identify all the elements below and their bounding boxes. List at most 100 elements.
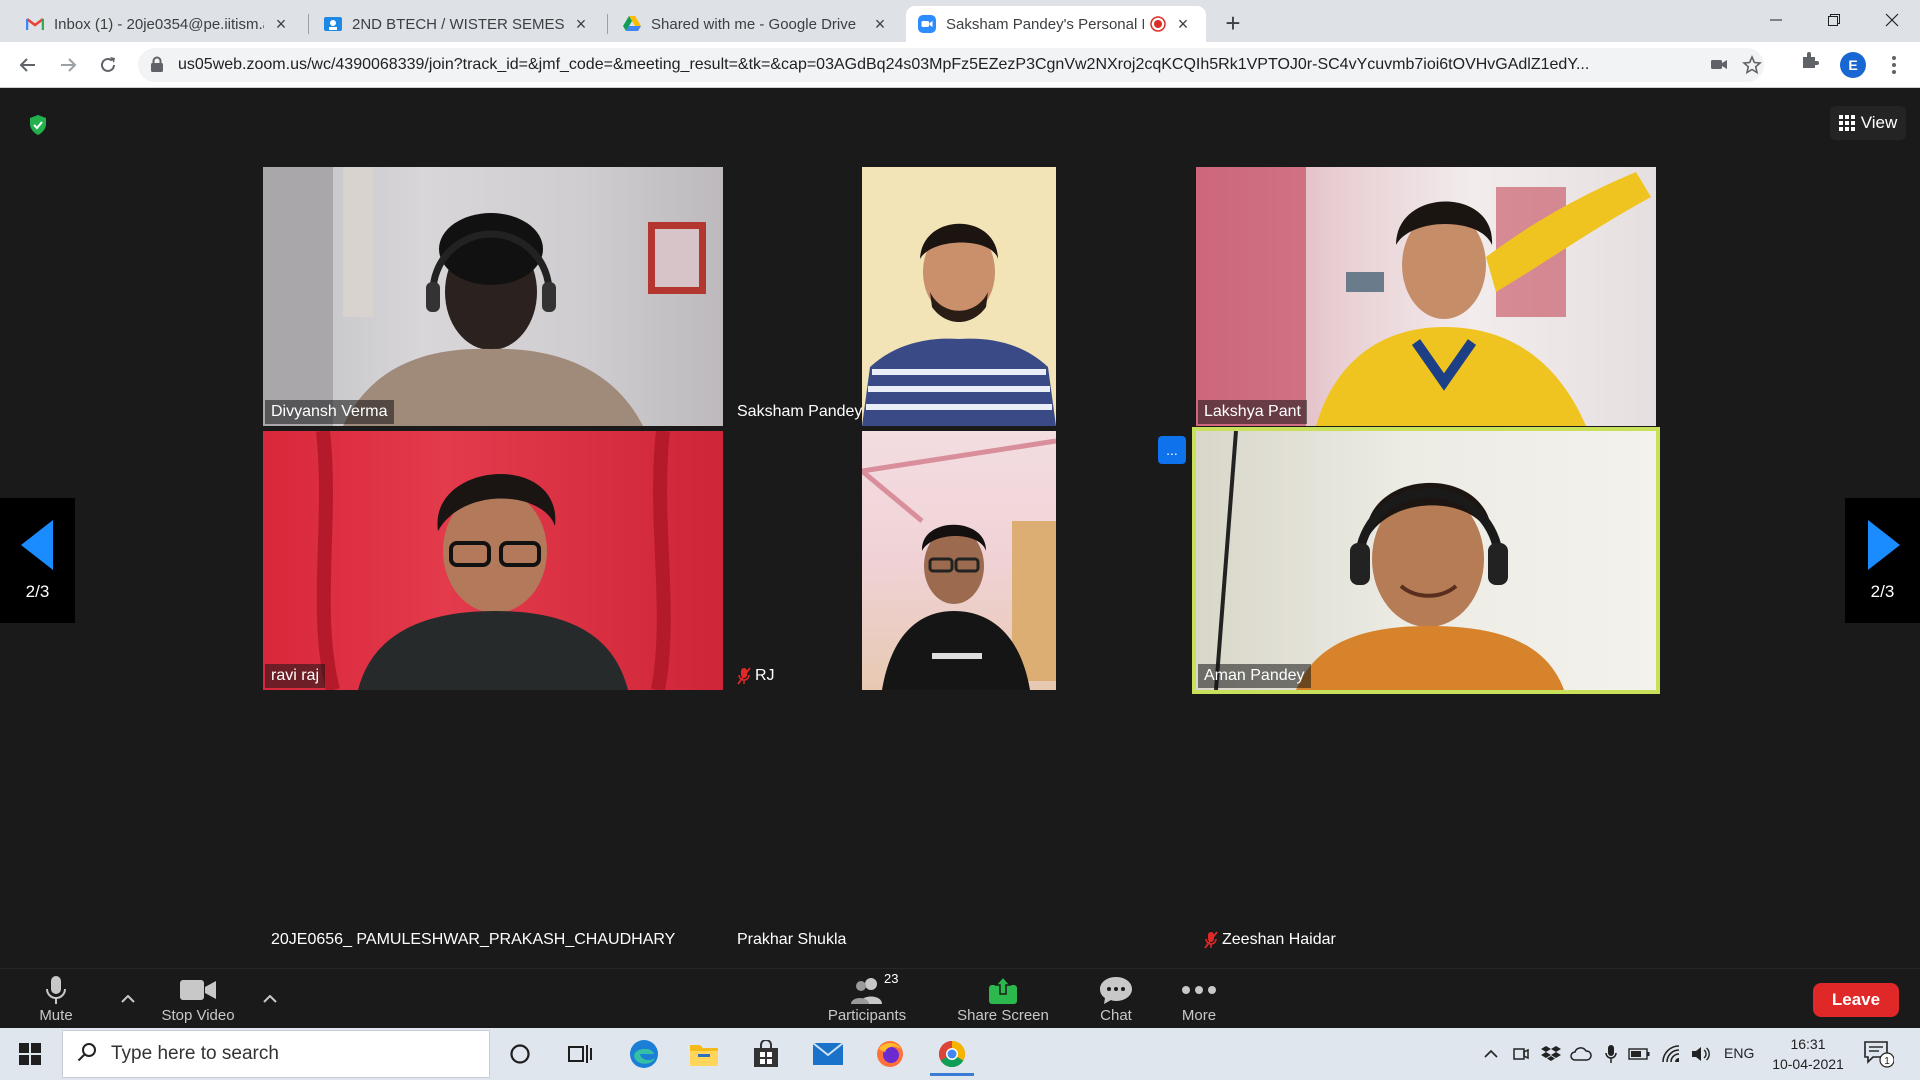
minimize-icon (1770, 19, 1782, 21)
new-tab-button[interactable]: + (1218, 8, 1248, 38)
chrome-icon (938, 1040, 966, 1068)
previous-page-button[interactable]: 2/3 (0, 498, 75, 623)
participant-video-tile[interactable]: Lakshya Pant (1196, 167, 1656, 426)
leave-meeting-button[interactable]: Leave (1813, 983, 1899, 1017)
participant-name: Saksham Pandey (731, 400, 863, 424)
restore-icon (1828, 14, 1840, 26)
volume-icon[interactable] (1690, 1042, 1712, 1066)
stop-video-button[interactable]: Stop Video (158, 973, 238, 1024)
tab-gmail[interactable]: Inbox (1) - 20je0354@pe.iitism.ac.in × (14, 6, 304, 42)
chat-button[interactable]: Chat (1090, 973, 1142, 1024)
task-view-button[interactable] (554, 1032, 606, 1076)
system-clock[interactable]: 16:31 10-04-2021 (1768, 1034, 1848, 1074)
more-label: More (1181, 1007, 1217, 1024)
profile-avatar[interactable]: E (1840, 52, 1866, 78)
bookmark-star-icon[interactable] (1742, 54, 1762, 80)
more-button[interactable]: More (1173, 973, 1225, 1024)
taskbar-search-box[interactable]: Type here to search (62, 1030, 490, 1078)
participant-tile[interactable]: Zeeshan Haidar (1196, 695, 1656, 954)
wifi-icon[interactable] (1660, 1042, 1682, 1066)
close-icon (1885, 13, 1899, 27)
tab-title: Saksham Pandey's Personal Meeting Room (946, 15, 1144, 33)
participant-name-text: Aman Pandey (1204, 667, 1305, 684)
close-tab-icon[interactable]: × (1172, 13, 1194, 35)
taskbar-edge[interactable] (618, 1032, 670, 1076)
participant-video-tile[interactable] (862, 167, 1056, 426)
meeting-controls-bar: Mute Stop Video Participants 23 Share Sc… (0, 968, 1920, 1028)
start-button[interactable] (10, 1036, 50, 1072)
close-window-button[interactable] (1862, 0, 1920, 40)
meet-now-icon[interactable] (1510, 1042, 1532, 1066)
tab-separator (308, 14, 309, 34)
browser-menu-button[interactable] (1884, 52, 1904, 78)
participant-name-text: Zeeshan Haidar (1222, 931, 1336, 948)
microphone-muted-icon (1204, 931, 1218, 949)
share-screen-button[interactable]: Share Screen (956, 973, 1050, 1024)
zoom-icon (918, 15, 936, 33)
participant-video-tile[interactable]: Divyansh Verma (263, 167, 723, 426)
chat-bubble-icon (1099, 973, 1133, 1007)
mute-button[interactable]: Mute (34, 973, 78, 1024)
participant-video-tile[interactable] (862, 431, 1056, 690)
participant-video-tile[interactable]: Saksham Pandey (723, 167, 863, 426)
chevron-up-icon (263, 995, 277, 1003)
participant-tile[interactable]: 20JE0656_ PAMULESHWAR_PRAKASH_CHAUDHARY (263, 695, 723, 954)
taskbar-mail[interactable] (802, 1032, 854, 1076)
participant-video-tile[interactable]: RJ (723, 431, 863, 690)
participant-name-text: 20JE0656_ PAMULESHWAR_PRAKASH_CHAUDHARY (271, 931, 676, 948)
taskbar-firefox[interactable] (864, 1032, 916, 1076)
participant-tile[interactable]: Prakhar Shukla (723, 695, 1183, 954)
participant-name: Aman Pandey (1198, 664, 1311, 688)
battery-icon[interactable] (1628, 1042, 1650, 1066)
cortana-button[interactable] (494, 1032, 546, 1076)
taskbar-file-explorer[interactable] (678, 1032, 730, 1076)
classroom-icon (324, 15, 342, 33)
tab-google-drive[interactable]: Shared with me - Google Drive × (611, 6, 903, 42)
tab-separator (607, 14, 608, 34)
participant-name: Zeeshan Haidar (1198, 928, 1342, 952)
microphone-in-use-icon[interactable] (1600, 1042, 1622, 1066)
video-options-caret[interactable] (260, 989, 280, 1009)
audio-options-caret[interactable] (118, 989, 138, 1009)
tab-classroom[interactable]: 2ND BTECH / WISTER SEMESTER × (312, 6, 604, 42)
taskbar-store[interactable] (740, 1032, 792, 1076)
close-tab-icon[interactable]: × (869, 13, 891, 35)
camera-in-use-icon[interactable] (1710, 55, 1728, 78)
show-hidden-icons-chevron[interactable] (1480, 1042, 1502, 1066)
page-indicator: 2/3 (1870, 581, 1895, 601)
browser-tab-strip: Inbox (1) - 20je0354@pe.iitism.ac.in × 2… (0, 0, 1920, 42)
shield-icon[interactable] (28, 114, 48, 141)
participant-name-text: Saksham Pandey (737, 403, 863, 420)
lock-icon (150, 56, 164, 77)
close-tab-icon[interactable]: × (570, 13, 592, 35)
input-language[interactable]: ENG (1724, 1045, 1754, 1061)
next-page-button[interactable]: 2/3 (1845, 498, 1920, 623)
back-button[interactable] (12, 49, 44, 81)
taskbar-chrome[interactable] (926, 1032, 978, 1076)
close-tab-icon[interactable]: × (270, 13, 292, 35)
onedrive-cloud-icon[interactable] (1570, 1042, 1592, 1066)
address-bar[interactable]: us05web.zoom.us/wc/4390068339/join?track… (138, 48, 1764, 82)
participant-video-tile[interactable]: ravi raj (263, 431, 723, 690)
store-bag-icon (754, 1040, 778, 1067)
notification-center-icon[interactable]: 1 (1864, 1040, 1895, 1073)
participant-name: RJ (731, 664, 781, 688)
forward-button[interactable] (52, 49, 84, 81)
gmail-icon (26, 15, 44, 33)
restore-window-button[interactable] (1804, 0, 1864, 40)
video-feed (263, 167, 723, 426)
more-dots-icon (1181, 973, 1217, 1007)
tile-more-options-button[interactable]: ... (1158, 436, 1186, 464)
tab-zoom-meeting[interactable]: Saksham Pandey's Personal Meeting Room × (906, 6, 1206, 42)
chevron-up-icon (1484, 1050, 1498, 1058)
drive-icon (623, 15, 641, 33)
minimize-window-button[interactable] (1746, 0, 1806, 40)
mute-label: Mute (39, 1007, 73, 1024)
participant-name-text: Lakshya Pant (1204, 403, 1301, 420)
view-button[interactable]: View (1830, 106, 1906, 140)
reload-button[interactable] (92, 49, 124, 81)
extensions-icon[interactable] (1800, 50, 1820, 75)
active-speaker-video-tile[interactable]: Aman Pandey (1192, 427, 1660, 694)
dropbox-icon[interactable] (1540, 1042, 1562, 1066)
participant-name: 20JE0656_ PAMULESHWAR_PRAKASH_CHAUDHARY (265, 928, 681, 952)
